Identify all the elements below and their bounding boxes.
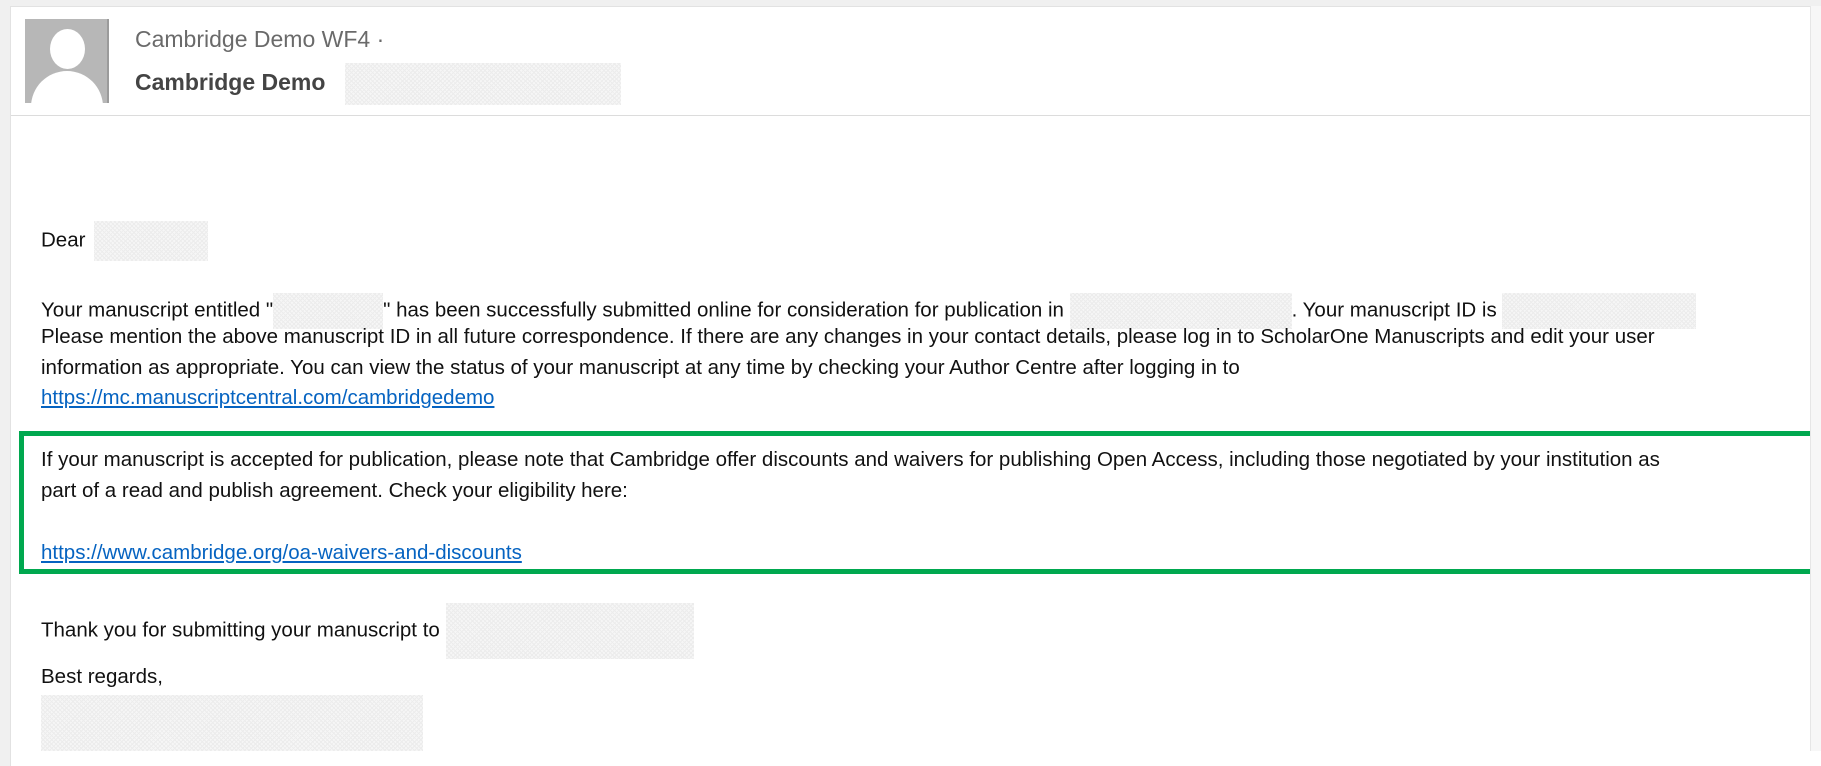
avatar-head-shape bbox=[50, 29, 85, 69]
thanks-text: Thank you for submitting your manuscript… bbox=[41, 618, 440, 642]
email-reading-pane: Cambridge Demo WF4 · Cambridge Demo Dear… bbox=[10, 6, 1821, 766]
redacted-journal-name bbox=[1069, 293, 1292, 329]
submission-text-middle: " has been successfully submitted online… bbox=[383, 298, 1064, 322]
redacted-manuscript-title bbox=[273, 293, 384, 329]
submission-line-2: Please mention the above manuscript ID i… bbox=[41, 325, 1655, 348]
email-header: Cambridge Demo WF4 · Cambridge Demo bbox=[11, 7, 1821, 116]
thanks-line: Thank you for submitting your manuscript… bbox=[41, 603, 694, 659]
closing-line: Best regards, bbox=[41, 665, 163, 688]
greeting-text: Dear bbox=[41, 228, 86, 252]
redacted-author-name bbox=[94, 221, 209, 261]
manuscriptcentral-link-line: https://mc.manuscriptcentral.com/cambrid… bbox=[41, 386, 494, 410]
redacted-manuscript-id bbox=[1502, 293, 1697, 329]
greeting-line: Dear bbox=[41, 221, 209, 261]
avatar-shoulders-shape bbox=[31, 71, 103, 103]
submission-line-3: information as appropriate. You can view… bbox=[41, 356, 1240, 379]
redacted-recipient-address bbox=[345, 63, 621, 105]
redacted-journal-name-2 bbox=[445, 603, 694, 659]
submission-text-id: . Your manuscript ID is bbox=[1291, 298, 1497, 322]
recipient-name[interactable]: Cambridge Demo bbox=[135, 69, 325, 96]
redacted-signature bbox=[41, 695, 423, 751]
sender-name[interactable]: Cambridge Demo WF4 · bbox=[135, 26, 384, 53]
manuscriptcentral-link[interactable]: https://mc.manuscriptcentral.com/cambrid… bbox=[41, 386, 494, 409]
submission-line-1: Your manuscript entitled " " has been suc… bbox=[41, 293, 1697, 329]
signature-line bbox=[41, 695, 423, 751]
open-access-highlight-box bbox=[19, 431, 1815, 574]
scrollbar-track[interactable] bbox=[1810, 6, 1821, 751]
sender-avatar-icon[interactable] bbox=[25, 19, 109, 103]
submission-text-start: Your manuscript entitled " bbox=[41, 298, 274, 322]
